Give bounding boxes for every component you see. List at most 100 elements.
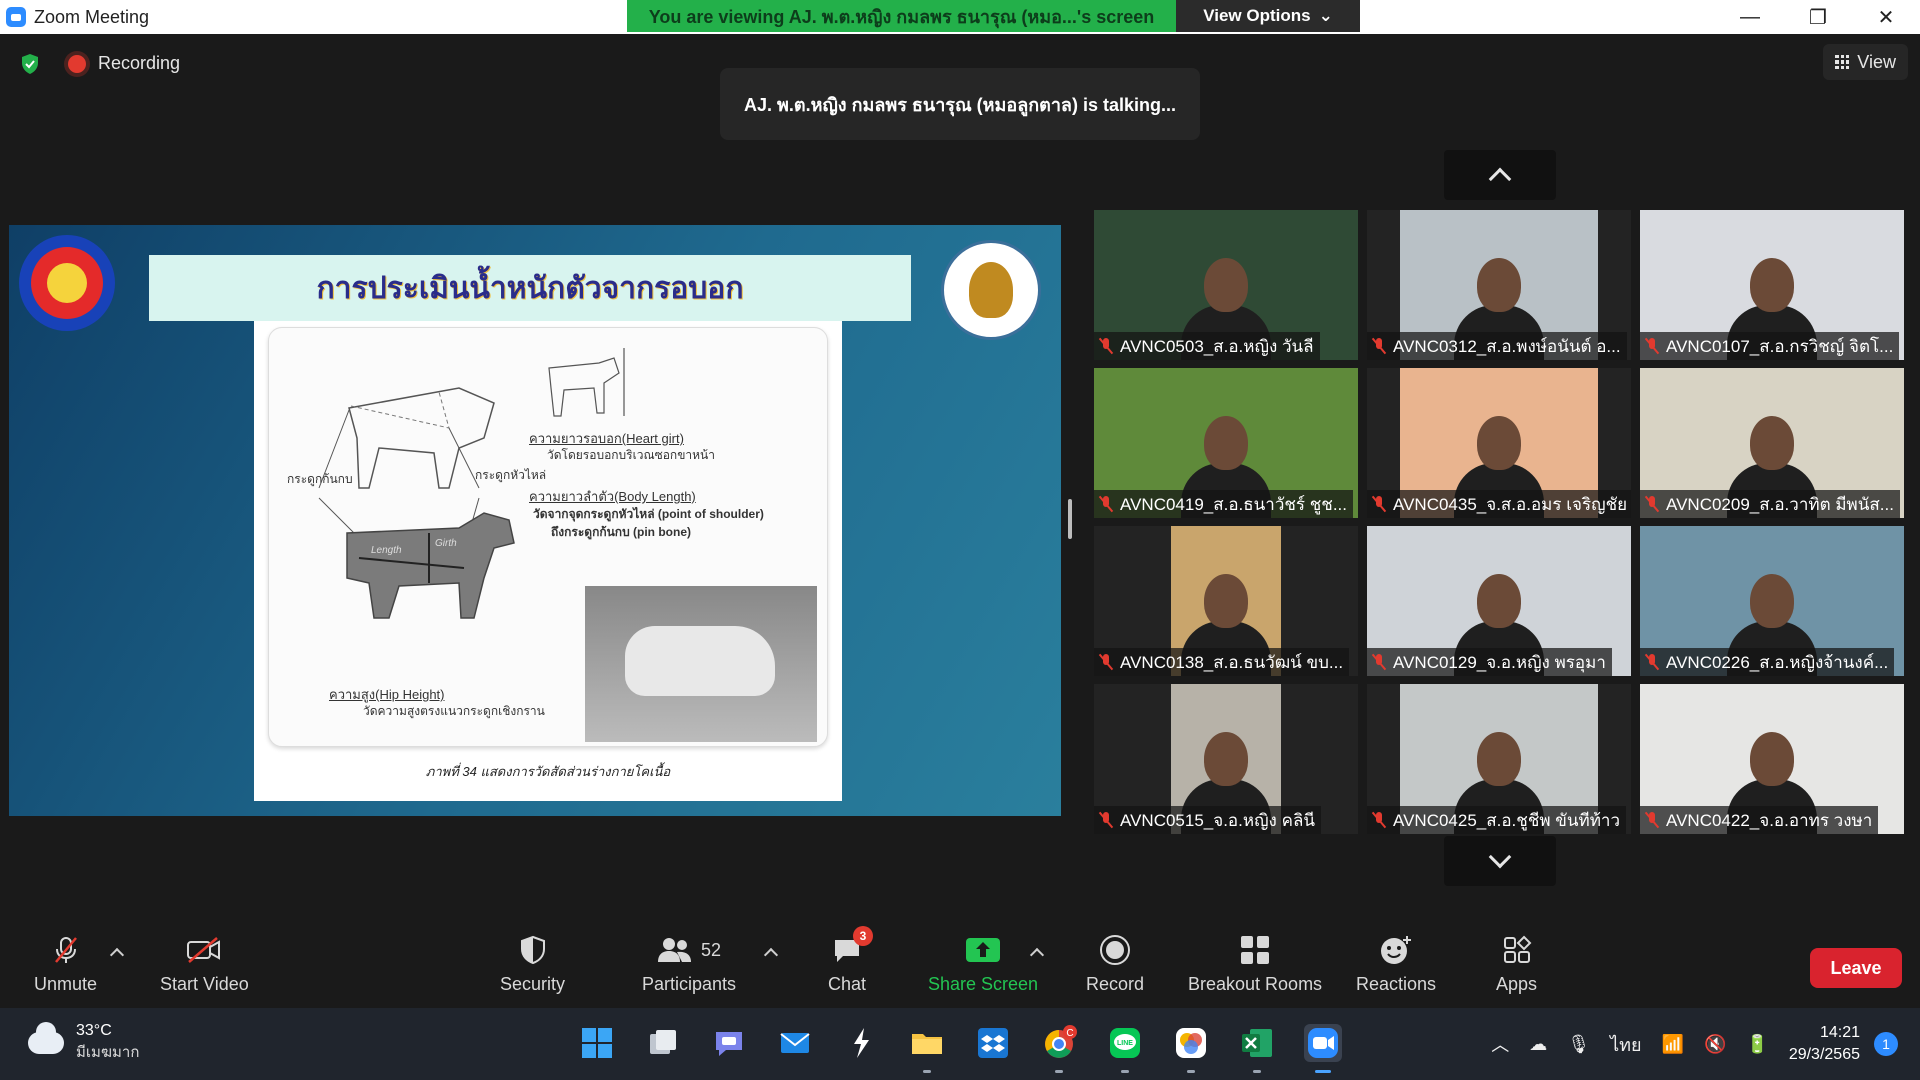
apps-button[interactable]: Apps — [1496, 934, 1537, 995]
notification-badge[interactable]: 1 — [1874, 1032, 1898, 1056]
panel-resize-handle[interactable] — [1068, 499, 1072, 539]
reactions-label: Reactions — [1356, 974, 1437, 994]
participant-tile[interactable]: AVNC0129_จ.อ.หญิง พรอุมา — [1367, 526, 1631, 676]
participant-face — [1750, 732, 1794, 786]
participant-tile[interactable]: AVNC0209_ส.อ.วาทิต มีพนัส... — [1640, 368, 1904, 518]
participant-tile[interactable]: AVNC0425_ส.อ.ชูชีพ ขันทีท้าว — [1367, 684, 1631, 834]
reactions-button[interactable]: Reactions — [1356, 934, 1436, 995]
breakout-rooms-label: Breakout Rooms — [1188, 974, 1323, 994]
participants-button[interactable]: 52 Participants — [642, 934, 736, 995]
participant-nameplate: AVNC0138_ส.อ.ธนวัฒน์ ขบ... — [1094, 648, 1350, 676]
participant-tile[interactable]: AVNC0515_จ.อ.หญิง คลินี — [1094, 684, 1358, 834]
hip-height-desc: วัดความสูงตรงแนวกระดูกเชิงกราน — [363, 704, 545, 718]
participant-tile[interactable]: AVNC0312_ส.อ.พงษ์อนันต์ อ... — [1367, 210, 1631, 360]
microphone-icon[interactable]: 🎙 — [1567, 1034, 1590, 1055]
breakout-rooms-button[interactable]: Breakout Rooms — [1188, 934, 1322, 995]
participant-name: AVNC0226_ส.อ.หญิงจ้านงค์... — [1666, 652, 1889, 672]
view-options-label: View Options — [1203, 6, 1311, 25]
pin-bone-label: กระดูกก้นกบ — [287, 472, 353, 486]
participant-tile[interactable]: AVNC0138_ส.อ.ธนวัฒน์ ขบ... — [1094, 526, 1358, 676]
onedrive-cloud-icon[interactable]: ☁ — [1529, 1034, 1547, 1055]
line-button[interactable]: LINE — [1106, 1024, 1144, 1062]
participant-nameplate: AVNC0209_ส.อ.วาทิต มีพนัส... — [1640, 490, 1900, 518]
apps-icon — [1501, 934, 1533, 966]
participant-name: AVNC0138_ส.อ.ธนวัฒน์ ขบ... — [1120, 652, 1344, 672]
start-video-button[interactable]: Start Video — [160, 934, 249, 995]
participant-face — [1477, 258, 1521, 312]
share-screen-button[interactable]: Share Screen — [928, 934, 1038, 995]
teams-chat-button[interactable] — [710, 1024, 748, 1062]
weather-widget[interactable]: 33°C มีเมฆมาก — [28, 1022, 139, 1064]
excel-button[interactable] — [1238, 1024, 1276, 1062]
task-view-button[interactable] — [644, 1024, 682, 1062]
participant-nameplate: AVNC0226_ส.อ.หญิงจ้านงค์... — [1640, 648, 1895, 676]
chat-unread-badge: 3 — [853, 926, 874, 946]
excel-icon — [1242, 1029, 1272, 1057]
minimize-button[interactable]: — — [1716, 0, 1784, 34]
close-button[interactable]: ✕ — [1852, 0, 1920, 34]
participant-nameplate: AVNC0129_จ.อ.หญิง พรอุมา — [1367, 648, 1612, 676]
slide-document: Length Girth กระดูกก้นกบ กระดูกหัวไหล่ ค… — [254, 321, 842, 801]
participant-nameplate: AVNC0515_จ.อ.หญิง คลินี — [1094, 806, 1321, 834]
chrome-profile-badge: C — [1066, 1028, 1073, 1039]
clock[interactable]: 14:21 29/3/2565 — [1789, 1022, 1860, 1066]
zoom-app-icon — [6, 7, 26, 27]
file-explorer-button[interactable] — [908, 1024, 946, 1062]
security-button[interactable]: Security — [500, 934, 565, 995]
unmute-button[interactable]: Unmute — [34, 934, 97, 995]
show-hidden-icons-chevron-icon[interactable]: ︿ — [1491, 1031, 1509, 1057]
gallery-next-button[interactable] — [1444, 836, 1556, 886]
participant-face — [1477, 732, 1521, 786]
participant-tile[interactable]: AVNC0226_ส.อ.หญิงจ้านงค์... — [1640, 526, 1904, 676]
chrome-button[interactable]: C — [1040, 1024, 1078, 1062]
photos-button[interactable] — [1172, 1024, 1210, 1062]
participant-name: AVNC0312_ส.อ.พงษ์อนันต์ อ... — [1393, 336, 1621, 356]
recording-indicator-icon — [68, 55, 86, 73]
microphone-muted-icon — [1098, 653, 1114, 671]
participant-face — [1750, 416, 1794, 470]
chat-button[interactable]: 3 Chat — [828, 926, 874, 995]
start-button[interactable] — [578, 1024, 616, 1062]
cattle-photo — [585, 586, 817, 742]
volume-muted-icon[interactable]: 🔇 — [1704, 1034, 1726, 1055]
participant-name: AVNC0107_ส.อ.กรวิชญ์ จิตโ... — [1666, 336, 1894, 356]
view-button[interactable]: View — [1823, 44, 1908, 80]
institution-logo-right — [941, 240, 1041, 340]
participant-tile[interactable]: AVNC0435_จ.ส.อ.อมร เจริญชัย — [1367, 368, 1631, 518]
participant-face — [1477, 574, 1521, 628]
participant-tile[interactable]: AVNC0422_จ.อ.อาทร วงษา — [1640, 684, 1904, 834]
body-length-desc-1: วัดจากจุดกระดูกหัวไหล่ (point of shoulde… — [533, 507, 764, 521]
reactions-smiley-icon — [1379, 934, 1413, 966]
mail-button[interactable] — [776, 1024, 814, 1062]
view-options-button[interactable]: View Options ⌄ — [1176, 0, 1360, 32]
battery-icon[interactable]: 🔋 — [1746, 1034, 1768, 1055]
participant-nameplate: AVNC0422_จ.อ.อาทร วงษา — [1640, 806, 1879, 834]
participant-tile[interactable]: AVNC0503_ส.อ.หญิง วันลี — [1094, 210, 1358, 360]
running-indicator — [1253, 1070, 1261, 1073]
participants-options-caret-icon[interactable] — [763, 947, 779, 963]
record-icon — [1099, 934, 1131, 966]
gallery-previous-button[interactable] — [1444, 150, 1556, 200]
line-app-label: LINE — [1117, 1040, 1133, 1047]
bolt-app-button[interactable] — [842, 1024, 880, 1062]
security-label: Security — [500, 974, 566, 994]
microphone-muted-icon — [1371, 653, 1387, 671]
dropbox-button[interactable] — [974, 1024, 1012, 1062]
record-button[interactable]: Record — [1086, 934, 1144, 995]
microphone-muted-icon — [1644, 495, 1660, 513]
participant-tile[interactable]: AVNC0419_ส.อ.ธนาวัชร์ ชูช... — [1094, 368, 1358, 518]
audio-options-caret-icon[interactable] — [109, 947, 125, 963]
heart-girth-desc: วัดโดยรอบอกบริเวณซอกขาหน้า — [547, 448, 715, 462]
shoulder-label: กระดูกหัวไหล่ — [475, 468, 547, 482]
chrome-icon: C — [1045, 1025, 1077, 1058]
input-language[interactable]: ไทย — [1610, 1030, 1641, 1059]
participant-face — [1477, 416, 1521, 470]
chevron-down-icon: ⌄ — [1318, 6, 1333, 25]
wifi-icon[interactable]: 📶 — [1662, 1034, 1684, 1055]
participant-tile[interactable]: AVNC0107_ส.อ.กรวิชญ์ จิตโ... — [1640, 210, 1904, 360]
restore-button[interactable]: ❐ — [1784, 0, 1852, 34]
leave-button[interactable]: Leave — [1810, 948, 1902, 988]
microphone-muted-icon — [1371, 337, 1387, 355]
zoom-taskbar-button[interactable] — [1304, 1024, 1342, 1062]
security-shield-icon[interactable] — [18, 52, 42, 76]
